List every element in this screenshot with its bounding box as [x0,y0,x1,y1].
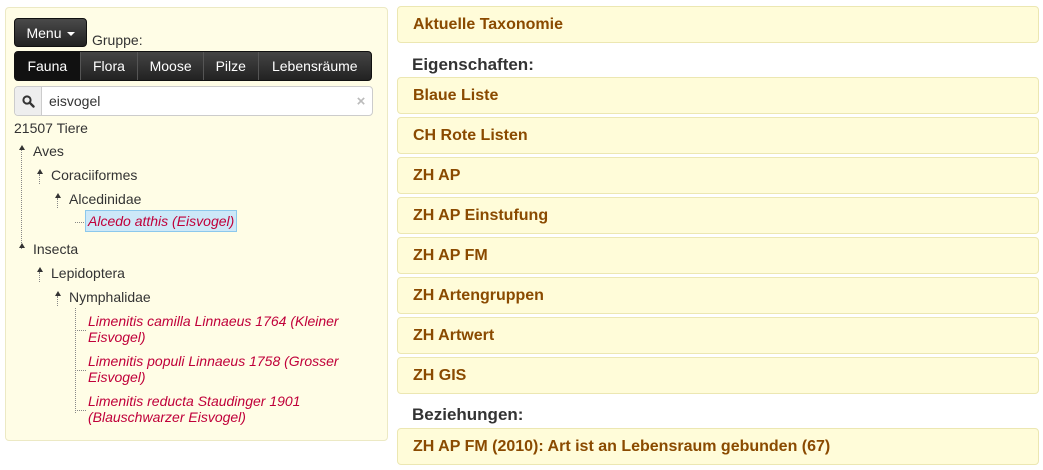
accordion-zh-ap-fm-lebensraum[interactable]: ZH AP FM (2010): Art ist an Lebensraum g… [397,428,1039,465]
accordion-title: ZH AP FM [413,246,488,264]
accordion-title: ZH AP [413,166,461,184]
accordion-blaue-liste[interactable]: Blaue Liste [397,77,1039,114]
taxonomy-tree: Aves Coraciiformes Alcedinidae Alcedo at… [6,8,387,440]
tree-connector [75,410,86,411]
accordion-zh-ap-einstufung[interactable]: ZH AP Einstufung [397,197,1039,234]
expand-arrow-icon[interactable] [55,291,61,296]
tree-leaf-limenitis-populi[interactable]: Limenitis populi Linnaeus 1758 (Grosser … [88,353,339,385]
accordion-title: Blaue Liste [413,86,499,104]
tree-panel: Menu Gruppe: Fauna Flora Moose Pilze Leb… [5,7,388,441]
expand-arrow-icon[interactable] [37,267,43,272]
expand-arrow-icon[interactable] [19,243,25,248]
section-title-beziehungen: Beziehungen: [412,405,524,424]
tree-connector [75,370,86,371]
accordion-zh-ap[interactable]: ZH AP [397,157,1039,194]
leaf-text-line: (Blauschwarzer Eisvogel) [88,409,246,425]
accordion-title: ZH GIS [413,366,467,384]
leaf-text-line: Eisvogel) [88,329,146,345]
accordion-zh-gis[interactable]: ZH GIS [397,357,1039,394]
tree-leaf-alcedo-atthis[interactable]: Alcedo atthis (Eisvogel) [85,210,238,232]
leaf-text-line: Limenitis reducta Staudinger 1901 [88,393,301,409]
accordion-zh-artwert[interactable]: ZH Artwert [397,317,1039,354]
tree-connector [21,148,22,249]
accordion-zh-artengruppen[interactable]: ZH Artengruppen [397,277,1039,314]
tree-connector [39,272,40,282]
accordion-title: ZH Artwert [413,326,495,344]
tree-node-insecta[interactable]: Insecta [33,241,78,257]
tree-node-coraciiformes[interactable]: Coraciiformes [51,167,137,183]
tree-leaf-limenitis-reducta[interactable]: Limenitis reducta Staudinger 1901 (Blaus… [88,393,300,425]
leaf-text-line: Limenitis populi Linnaeus 1758 (Grosser [88,353,339,369]
section-title-eigenschaften: Eigenschaften: [412,55,534,74]
accordion-zh-ap-fm[interactable]: ZH AP FM [397,237,1039,274]
tree-connector [39,174,40,184]
leaf-text-line: Limenitis camilla Linnaeus 1764 (Kleiner [88,313,339,329]
tree-connector [75,308,76,413]
accordion-title: ZH Artengruppen [413,286,544,304]
tree-node-aves[interactable]: Aves [33,143,64,159]
tree-connector [57,198,58,208]
accordion-title: ZH AP FM (2010): Art ist an Lebensraum g… [413,437,831,455]
accordion-title: CH Rote Listen [413,126,528,144]
accordion-title: ZH AP Einstufung [413,206,549,224]
tree-node-nymphalidae[interactable]: Nymphalidae [69,289,151,305]
accordion-title: Aktuelle Taxonomie [413,15,563,33]
leaf-text-line: Eisvogel) [88,369,146,385]
tree-leaf-limenitis-camilla[interactable]: Limenitis camilla Linnaeus 1764 (Kleiner… [88,313,339,345]
tree-connector [75,330,86,331]
accordion-ch-rote-listen[interactable]: CH Rote Listen [397,117,1039,154]
tree-connector [57,296,58,306]
tree-node-lepidoptera[interactable]: Lepidoptera [51,265,125,281]
expand-arrow-icon[interactable] [55,193,61,198]
tree-node-alcedinidae[interactable]: Alcedinidae [69,191,141,207]
expand-arrow-icon[interactable] [37,169,43,174]
accordion-aktuelle-taxonomie[interactable]: Aktuelle Taxonomie [397,6,1039,43]
expand-arrow-icon[interactable] [19,145,25,150]
